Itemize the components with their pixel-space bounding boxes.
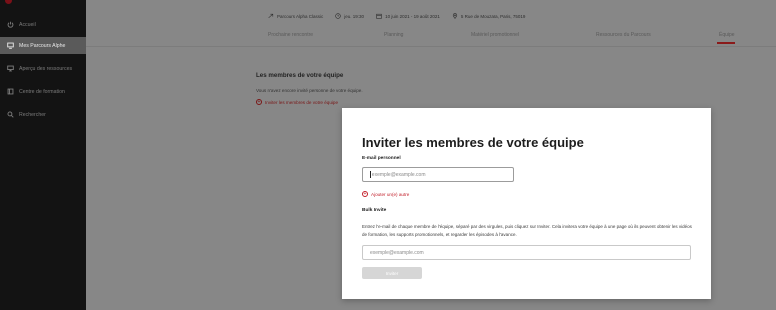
sidebar-item-accueil[interactable]: Accueil <box>0 16 86 33</box>
invite-modal: Inviter les membres de votre équipe E-ma… <box>342 108 711 299</box>
location-pin-icon <box>452 13 457 19</box>
email-label: E-mail personnel <box>362 156 401 161</box>
header-divider <box>86 46 776 47</box>
tab-planning[interactable]: Planning <box>384 32 403 38</box>
dates-meta: 10 juin 2021 - 19 août 2021 <box>376 13 440 19</box>
sidebar-item-label: Mes Parcours Alphe <box>19 42 66 49</box>
course-meta: Parcours Alpha Classic jeu. 19:30 10 jui… <box>268 13 525 19</box>
sidebar-item-centre-formation[interactable]: Centre de formation <box>0 83 86 100</box>
team-empty-text: Vous n'avez encore invité personne de vo… <box>256 88 363 93</box>
sidebar: Accueil Mes Parcours Alphe Aperçu des re… <box>0 0 86 310</box>
sidebar-item-label: Rechercher <box>19 111 46 118</box>
tab-equipe[interactable]: Équipe <box>719 32 735 38</box>
sidebar-item-mes-parcours[interactable]: Mes Parcours Alphe <box>0 37 86 54</box>
address-meta: 5 Rue de Mouzaïa, Paris, 75019 <box>452 13 525 19</box>
power-icon <box>6 21 14 29</box>
arrow-icon <box>268 13 274 19</box>
program-meta: Parcours Alpha Classic <box>268 13 323 19</box>
invite-button[interactable]: Inviter <box>362 267 422 279</box>
search-icon <box>6 111 14 119</box>
sidebar-item-apercu[interactable]: Aperçu des ressources <box>0 60 86 77</box>
email-field[interactable]: exemple@example.com <box>362 167 514 182</box>
course-header: Parcours Alpha Classic jeu. 19:30 10 jui… <box>86 0 776 48</box>
sidebar-item-label: Centre de formation <box>19 88 65 95</box>
calendar-icon <box>376 13 382 19</box>
time-meta: jeu. 19:30 <box>335 13 364 19</box>
monitor-icon <box>6 42 14 50</box>
team-section-title: Les membres de votre équipe <box>256 72 344 79</box>
active-tab-indicator <box>717 42 735 44</box>
clock-icon <box>335 13 341 19</box>
logo <box>5 0 12 4</box>
sidebar-item-rechercher[interactable]: Rechercher <box>0 106 86 123</box>
tab-ressources[interactable]: Ressources du Parcours <box>596 32 651 38</box>
sidebar-item-label: Accueil <box>19 21 36 28</box>
invite-team-link[interactable]: + Inviter les membres de votre équipe <box>256 99 338 105</box>
modal-title: Inviter les membres de votre équipe <box>362 135 584 150</box>
bulk-invite-description: Entrez l'e-mail de chaque membre de l'éq… <box>362 224 692 237</box>
desktop-icon <box>6 65 14 73</box>
add-another-link[interactable]: + Ajouter un(e) autre <box>362 191 409 197</box>
text-caret <box>370 171 371 178</box>
plus-circle-icon: + <box>362 190 368 197</box>
tab-prochaine-rencontre[interactable]: Prochaine rencontre <box>268 32 313 38</box>
book-icon <box>6 88 14 96</box>
bulk-invite-field[interactable]: exemple@example.com <box>362 245 691 260</box>
sidebar-item-label: Aperçu des ressources <box>19 65 73 72</box>
plus-circle-icon: + <box>256 98 262 105</box>
tab-bar: Prochaine rencontre Planning Matériel pr… <box>86 32 776 46</box>
tab-materiel-promotionnel[interactable]: Matériel promotionnel <box>471 32 519 38</box>
bulk-invite-label: Bulk Invite <box>362 208 387 213</box>
